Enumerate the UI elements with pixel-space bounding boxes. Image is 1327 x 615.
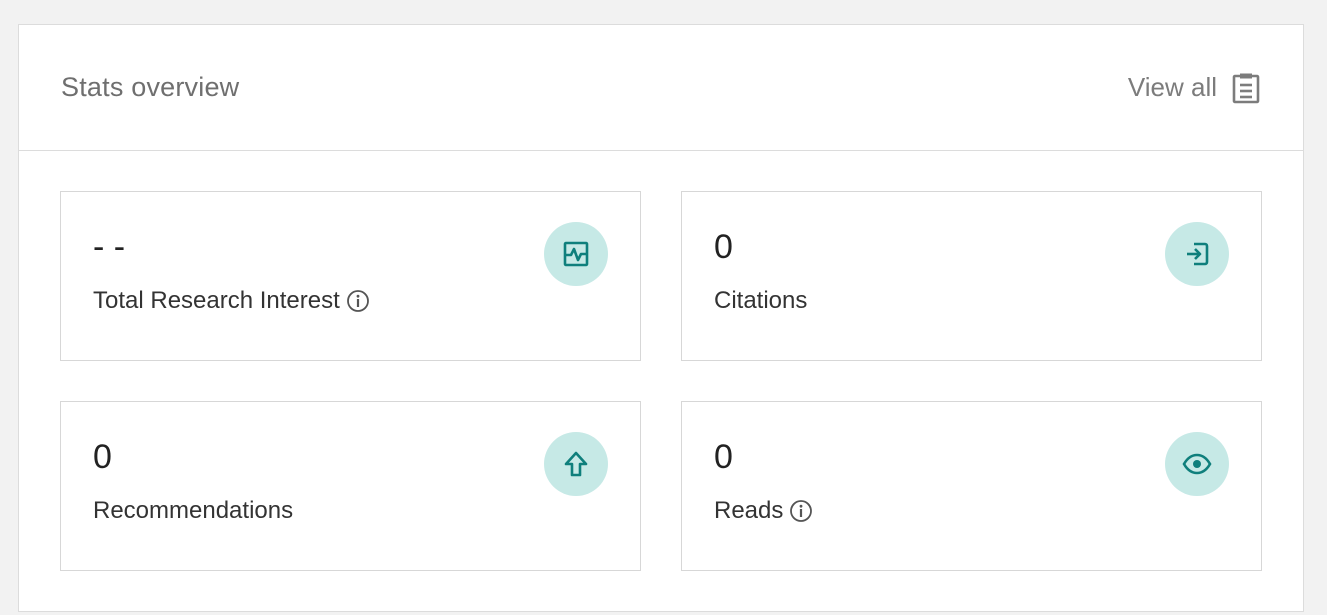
- clipboard-list-icon: [1231, 72, 1261, 104]
- panel-title: Stats overview: [61, 72, 240, 102]
- stat-card-citations[interactable]: 0 Citations: [681, 191, 1262, 361]
- view-all-label: View all: [1127, 72, 1217, 102]
- stat-value: 0: [93, 438, 112, 476]
- stat-label: Total Research Interest: [93, 287, 340, 314]
- arrow-up-icon: [544, 432, 608, 496]
- stat-label: Recommendations: [93, 497, 294, 524]
- stat-label: Citations: [714, 287, 808, 314]
- stat-card-recommendations[interactable]: 0 Recommendations: [60, 401, 641, 571]
- stat-value: 0: [714, 228, 733, 266]
- stat-label: Reads: [714, 497, 784, 524]
- stat-card-research-interest[interactable]: - - Total Research Interest: [60, 191, 641, 361]
- stat-label-row: Total Research Interest: [93, 287, 370, 315]
- research-interest-icon: [544, 222, 608, 286]
- stat-label-row: Reads: [714, 497, 813, 525]
- stat-label-row: Citations: [714, 287, 807, 315]
- stat-label-row: Recommendations: [93, 497, 293, 525]
- panel-header: Stats overview View all: [19, 25, 1303, 151]
- stat-card-reads[interactable]: 0 Reads: [681, 401, 1262, 571]
- eye-icon: [1165, 432, 1229, 496]
- citation-icon: [1165, 222, 1229, 286]
- stat-value: 0: [714, 438, 733, 476]
- stats-overview-panel: Stats overview View all - - Total Resear…: [18, 24, 1304, 612]
- info-icon[interactable]: [346, 289, 370, 313]
- stat-value: - -: [93, 228, 126, 266]
- info-icon[interactable]: [789, 499, 813, 523]
- view-all-link[interactable]: View all: [1128, 72, 1261, 104]
